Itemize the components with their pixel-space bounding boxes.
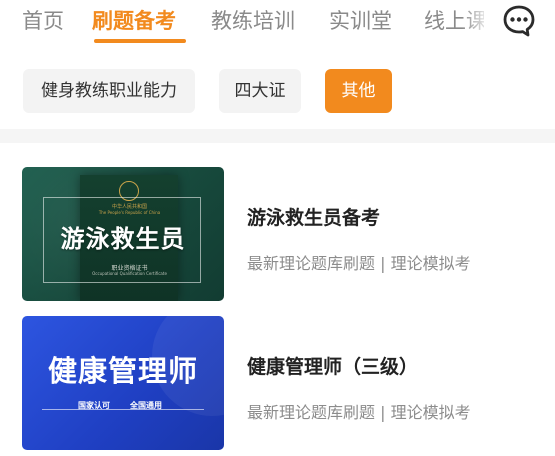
tab-practice-exam[interactable]: 刷题备考 (92, 6, 176, 36)
course-title: 游泳救生员备考 (247, 207, 381, 229)
top-nav: 首页 刷题备考 教练培训 实训堂 线上课 (0, 0, 555, 52)
filter-chip-fitness-coach[interactable]: 健身教练职业能力 (23, 69, 195, 113)
tab-home[interactable]: 首页 (22, 6, 64, 36)
course-description: 最新理论题库刷题 | 理论模拟考 (247, 254, 471, 273)
course-card-lifeguard[interactable]: 中华人民共和国 The People's Republic of China 游… (0, 167, 555, 307)
book-bottom-text-en: Occupational Qualification Certificate (92, 271, 167, 276)
filter-chip-four-certificates[interactable]: 四大证 (219, 69, 301, 113)
thumbnail-divider-line (42, 409, 204, 410)
tab-scroll-fade (462, 0, 492, 50)
course-thumbnail-health-manager: 健康管理师 国家认可 全国通用 (22, 316, 224, 450)
thumbnail-title: 健康管理师 (47, 354, 198, 388)
tab-practical-hall[interactable]: 实训堂 (329, 6, 392, 36)
course-card-health-manager[interactable]: 健康管理师 国家认可 全国通用 健康管理师（三级） 最新理论题库刷题 | 理论模… (0, 316, 555, 456)
filter-chip-other[interactable]: 其他 (325, 69, 392, 113)
section-divider (0, 129, 555, 143)
tab-coach-training[interactable]: 教练培训 (211, 6, 295, 36)
thumbnail-title: 游泳救生员 (60, 225, 186, 253)
active-tab-indicator (94, 39, 186, 43)
course-description: 最新理论题库刷题 | 理论模拟考 (247, 403, 471, 422)
course-title: 健康管理师（三级） (247, 356, 419, 378)
course-thumbnail-lifeguard: 中华人民共和国 The People's Republic of China 游… (22, 167, 224, 301)
chat-bubble-icon[interactable] (500, 2, 538, 40)
